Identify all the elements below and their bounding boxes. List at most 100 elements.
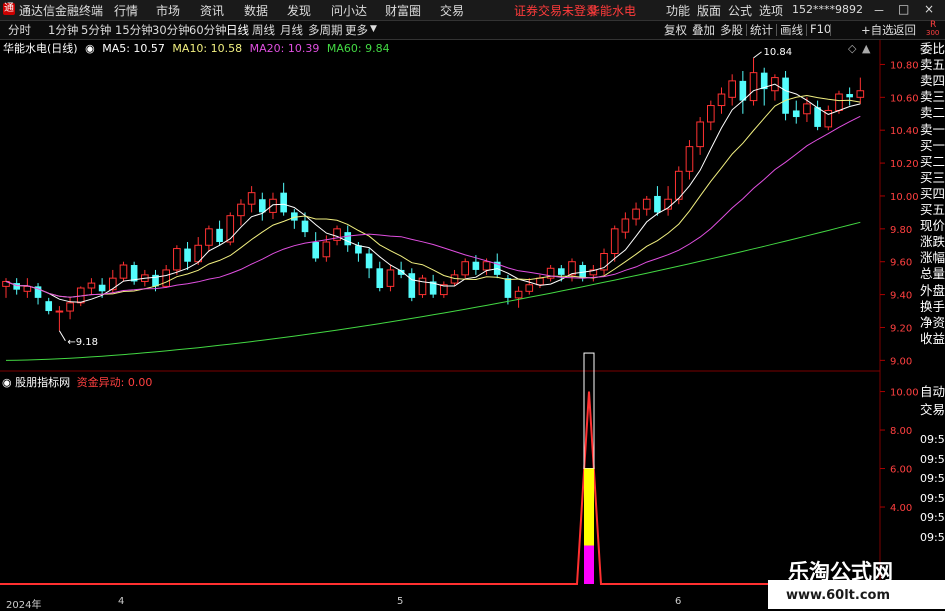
menu-item-caifuquan[interactable]: 财富圈 bbox=[385, 2, 421, 19]
candle-body-down bbox=[301, 220, 309, 233]
indicator-bar-segment bbox=[584, 468, 594, 546]
minimize-button[interactable]: － bbox=[873, 2, 885, 19]
menu-bar: 通 通达信金融终端 行情 市场 资讯 数据 发现 问小达 财富圈 交易 证券交易… bbox=[0, 0, 945, 21]
trade-time-label: 09:50 bbox=[920, 530, 945, 544]
quote-field-label[interactable]: 涨跌 bbox=[920, 235, 945, 249]
quote-field-label[interactable]: 总量 bbox=[920, 267, 945, 281]
quote-field-label[interactable]: 买五 bbox=[920, 203, 945, 217]
menu-item-hangqing[interactable]: 行情 bbox=[114, 2, 138, 19]
tab-weekly[interactable]: 周线 bbox=[252, 22, 275, 38]
quote-field-label[interactable]: 净资 bbox=[920, 315, 945, 330]
price-axis-label: 9.80 bbox=[890, 225, 912, 236]
price-axis-label: 10.00 bbox=[890, 192, 918, 203]
multi-stock-button[interactable]: 多股 bbox=[720, 22, 743, 38]
candle-body-up bbox=[386, 269, 395, 287]
fuquan-button[interactable]: 复权 bbox=[664, 22, 687, 38]
quote-field-label[interactable]: 买四 bbox=[920, 186, 945, 201]
menu-item-shuju[interactable]: 数据 bbox=[244, 2, 268, 19]
account-id[interactable]: 152****9892 bbox=[792, 3, 863, 16]
collapse-icon[interactable]: ▲ bbox=[862, 42, 870, 55]
candle-body-down bbox=[45, 301, 53, 312]
high-marker-line bbox=[753, 51, 762, 59]
candle-body-down bbox=[782, 77, 789, 114]
quote-field-label[interactable]: 外盘 bbox=[920, 283, 945, 298]
chevron-down-icon[interactable]: ▼ bbox=[370, 24, 377, 34]
menu-item-shichang[interactable]: 市场 bbox=[156, 2, 180, 19]
quote-field-label[interactable]: 委比 bbox=[920, 42, 945, 56]
watermark-title: 乐淘公式网 bbox=[788, 560, 893, 584]
high-marker-label: 10.84 bbox=[764, 47, 793, 58]
quote-field-label[interactable]: 卖五 bbox=[920, 58, 945, 72]
menu-item-jiaoyi[interactable]: 交易 bbox=[440, 2, 464, 19]
quote-field-label[interactable]: 卖四 bbox=[920, 74, 945, 88]
stats-button[interactable]: 统计 bbox=[750, 22, 773, 38]
tab-monthly[interactable]: 月线 bbox=[280, 22, 303, 38]
candle-body-up bbox=[696, 121, 704, 148]
close-button[interactable]: × bbox=[924, 2, 934, 16]
candle-body-down bbox=[312, 241, 320, 259]
tab-fenshi[interactable]: 分时 bbox=[8, 22, 31, 38]
indicator-name: 资金异动: bbox=[76, 376, 125, 389]
quote-field-label[interactable]: 买三 bbox=[920, 170, 945, 185]
tab-daily[interactable]: 日线 bbox=[226, 22, 249, 38]
quote-field-label[interactable]: 买二 bbox=[920, 154, 945, 169]
chart-area[interactable]: 9.00 9.20 9.40 9.60 9.80 10.00 10.20 10.40 10.60… bbox=[0, 40, 918, 600]
tab-30min[interactable]: 30分钟 bbox=[152, 22, 190, 38]
tab-1min[interactable]: 1分钟 bbox=[48, 22, 78, 38]
f10-button[interactable]: F10 bbox=[810, 22, 831, 36]
menu-item-xuanxiang[interactable]: 选项 bbox=[759, 2, 783, 19]
add-favorite-button[interactable]: +自选 bbox=[861, 22, 894, 38]
candle-body-up bbox=[237, 203, 245, 217]
r-badge-sub: 300 bbox=[926, 29, 940, 37]
ma20-label: MA20: 10.39 bbox=[249, 42, 320, 55]
candle-body-down bbox=[814, 107, 821, 127]
menu-item-wenxiaoda[interactable]: 问小达 bbox=[331, 2, 367, 19]
app-logo-icon: 通 bbox=[3, 3, 15, 15]
menu-item-gongshi[interactable]: 公式 bbox=[728, 2, 752, 19]
trade-time-label: 09:50 bbox=[920, 472, 945, 485]
quote-field-label[interactable]: 换手 bbox=[920, 299, 945, 314]
tab-more[interactable]: 更多 bbox=[345, 22, 368, 38]
period-toolbar: 分时 1分钟 5分钟 15分钟 30分钟 60分钟 日线 周线 月线 多周期 更… bbox=[0, 20, 945, 40]
quote-field-label[interactable]: 买一 bbox=[920, 138, 945, 153]
quote-field-label[interactable]: 卖三 bbox=[920, 90, 945, 104]
tab-multi-period[interactable]: 多周期 bbox=[308, 22, 343, 38]
candle-body-up bbox=[418, 277, 427, 296]
candle-body-down bbox=[258, 199, 266, 213]
quote-field-label[interactable]: 卖一 bbox=[920, 122, 945, 137]
tab-15min[interactable]: 15分钟 bbox=[115, 22, 153, 38]
menu-item-banmian[interactable]: 版面 bbox=[697, 2, 721, 19]
back-button[interactable]: 返回 bbox=[893, 22, 916, 38]
date-label-may: 5 bbox=[397, 596, 404, 607]
candle-body-up bbox=[87, 282, 96, 289]
quote-field-label[interactable]: 交易 bbox=[920, 403, 945, 417]
maximize-button[interactable]: □ bbox=[898, 2, 909, 16]
quote-field-label[interactable]: 现价 bbox=[920, 219, 945, 233]
menu-item-gongneng[interactable]: 功能 bbox=[666, 2, 690, 19]
quote-field-label[interactable]: 自动 bbox=[920, 385, 945, 399]
price-axis: 9.00 9.20 9.40 9.60 9.80 10.00 10.20 10.40 10.60… bbox=[880, 60, 918, 367]
login-status[interactable]: 证券交易未登录 bbox=[514, 2, 598, 19]
candle-body-up bbox=[856, 90, 865, 98]
settings-toggle-icon[interactable]: ◉ bbox=[85, 42, 95, 55]
tab-60min[interactable]: 60分钟 bbox=[189, 22, 227, 38]
menu-item-zixun[interactable]: 资讯 bbox=[200, 2, 224, 19]
candle-body-down bbox=[504, 278, 512, 298]
date-label-april: 4 bbox=[118, 596, 125, 607]
trade-time-label: 09:50 bbox=[920, 511, 945, 524]
ma60-label: MA60: 9.84 bbox=[326, 42, 390, 55]
indicator-line bbox=[0, 391, 880, 585]
quote-field-label[interactable]: 涨幅 bbox=[920, 251, 945, 265]
sub-indicator-header: ◉ 股朋指标网 资金异动: 0.00 bbox=[2, 374, 152, 390]
quote-field-label[interactable]: 卖二 bbox=[920, 106, 945, 120]
diamond-icon[interactable]: ◇ bbox=[848, 42, 856, 55]
menu-item-faxian[interactable]: 发现 bbox=[287, 2, 311, 19]
overlay-button[interactable]: 叠加 bbox=[692, 22, 715, 38]
divider bbox=[806, 24, 807, 36]
candle-body-up bbox=[461, 261, 470, 276]
draw-line-button[interactable]: 画线 bbox=[780, 22, 803, 38]
price-axis-label: 10.40 bbox=[890, 126, 918, 137]
quote-field-label[interactable]: 收益 bbox=[920, 331, 945, 346]
tab-5min[interactable]: 5分钟 bbox=[81, 22, 111, 38]
settings-toggle-icon[interactable]: ◉ bbox=[2, 376, 12, 389]
